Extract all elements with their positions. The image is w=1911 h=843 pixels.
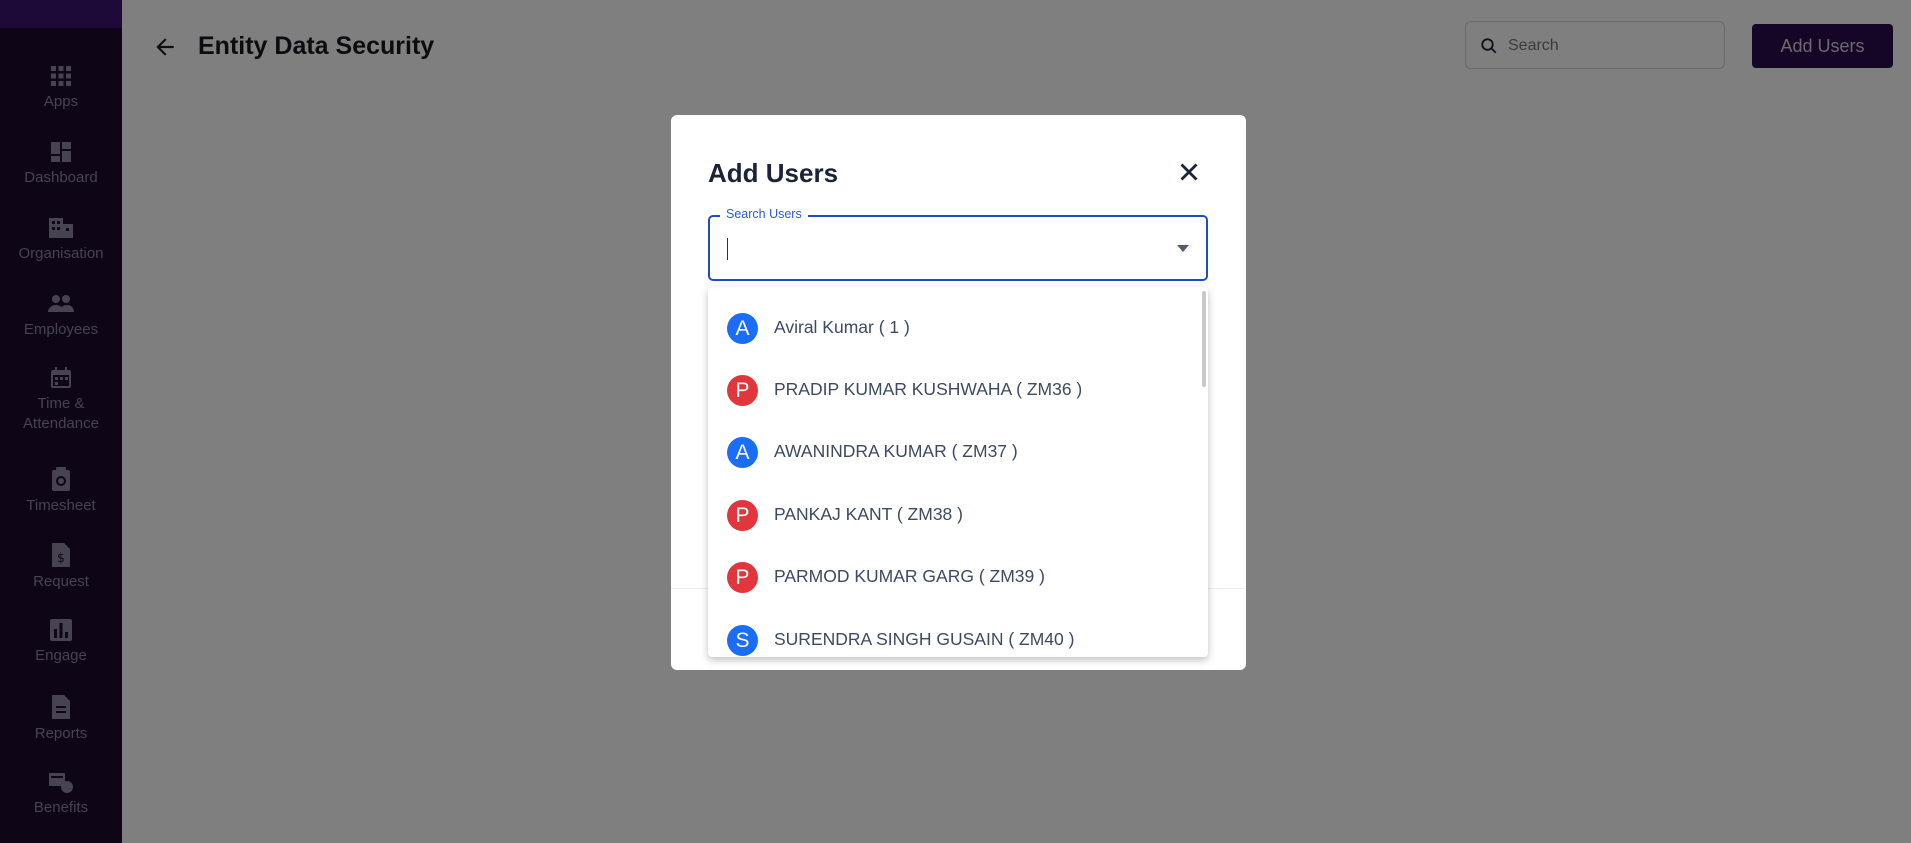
search-users-field[interactable]: Search Users [708, 207, 1208, 281]
list-item[interactable]: P PARMOD KUMAR GARG ( ZM39 ) [708, 546, 1200, 608]
search-users-label: Search Users [720, 207, 808, 221]
close-button[interactable] [1174, 157, 1204, 187]
list-scrollbar[interactable] [1200, 287, 1208, 657]
option-label: Aviral Kumar ( 1 ) [774, 317, 910, 337]
avatar: A [727, 437, 758, 468]
list-item[interactable]: A Aviral Kumar ( 1 ) [708, 297, 1200, 359]
list-item[interactable]: S SURENDRA SINGH GUSAIN ( ZM40 ) [708, 609, 1200, 657]
option-label: PARMOD KUMAR GARG ( ZM39 ) [774, 566, 1045, 586]
option-label: SURENDRA SINGH GUSAIN ( ZM40 ) [774, 629, 1075, 649]
option-label: PRADIP KUMAR KUSHWAHA ( ZM36 ) [774, 379, 1083, 399]
text-cursor [727, 238, 728, 260]
avatar: P [727, 375, 758, 406]
close-icon [1180, 163, 1198, 181]
option-label: AWANINDRA KUMAR ( ZM37 ) [774, 441, 1018, 461]
search-users-input[interactable] [724, 233, 1148, 265]
user-options-list[interactable]: A Aviral Kumar ( 1 ) P PRADIP KUMAR KUSH… [708, 287, 1208, 657]
avatar: S [727, 625, 758, 656]
dialog-title: Add Users [708, 158, 839, 188]
list-item[interactable]: P PANKAJ KANT ( ZM38 ) [708, 484, 1200, 546]
avatar: A [727, 313, 758, 344]
list-item[interactable]: A AWANINDRA KUMAR ( ZM37 ) [708, 421, 1200, 483]
avatar: P [727, 500, 758, 531]
list-scrollbar-thumb[interactable] [1202, 291, 1206, 387]
avatar: P [727, 562, 758, 593]
list-item[interactable]: P PRADIP KUMAR KUSHWAHA ( ZM36 ) [708, 359, 1200, 421]
option-label: PANKAJ KANT ( ZM38 ) [774, 504, 963, 524]
add-users-dialog: Add Users Search Users A Aviral Kumar ( … [671, 115, 1246, 670]
dropdown-arrow-icon[interactable] [1176, 243, 1190, 253]
